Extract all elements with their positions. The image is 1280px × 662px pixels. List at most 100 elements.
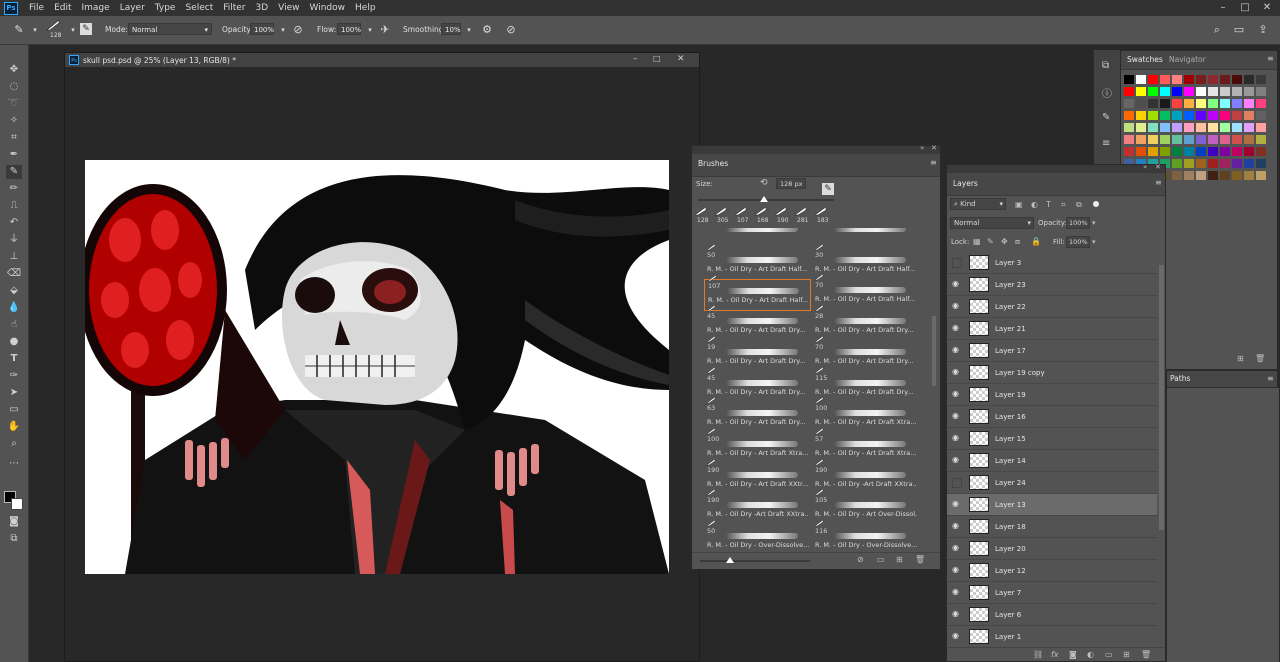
layer-thumbnail[interactable] — [969, 519, 989, 534]
color-swatch[interactable] — [1208, 159, 1218, 168]
brush-preset[interactable]: 105 R. M. - Oil Dry - Art Over-Dissol... — [812, 488, 917, 524]
chevron-down-icon[interactable]: ▾ — [1092, 219, 1096, 227]
color-swatch[interactable] — [1196, 159, 1206, 168]
airbrush-icon[interactable]: ✈ — [378, 23, 392, 37]
color-swatch[interactable] — [1232, 123, 1242, 132]
color-swatch[interactable] — [1184, 87, 1194, 96]
lock-icon[interactable]: 🔒 — [1031, 237, 1041, 246]
layer-name[interactable]: Layer 22 — [995, 303, 1026, 311]
pressure-opacity-icon[interactable]: ⊘ — [291, 23, 305, 37]
color-swatch[interactable] — [1184, 123, 1194, 132]
brush-preset[interactable]: 63 R. M. - Oil Dry - Art Draft Dry... — [704, 396, 809, 432]
type-tool-icon[interactable]: T — [6, 352, 22, 366]
menu-file[interactable]: File — [24, 0, 49, 16]
panel-menu-icon[interactable]: ≡ — [1267, 54, 1274, 63]
color-swatch[interactable] — [1136, 87, 1146, 96]
history-icon[interactable]: ⧉ — [1102, 60, 1109, 71]
eye-icon[interactable]: ◉ — [952, 434, 962, 442]
color-swatch[interactable] — [1136, 135, 1146, 144]
layer-style-icon[interactable]: fx — [1051, 650, 1059, 659]
color-swatch[interactable] — [1196, 123, 1206, 132]
chevron-down-icon[interactable]: ▾ — [462, 23, 476, 37]
menu-help[interactable]: Help — [350, 0, 381, 16]
color-swatch[interactable] — [1220, 123, 1230, 132]
color-swatch[interactable] — [1208, 135, 1218, 144]
layer-thumbnail[interactable] — [969, 277, 989, 292]
layer-row[interactable]: ◉ Layer 6 — [947, 604, 1157, 626]
color-swatch[interactable] — [1160, 87, 1170, 96]
lock-pixels-icon[interactable]: ✎ — [987, 237, 994, 246]
eye-icon[interactable]: ◉ — [952, 346, 962, 354]
menu-image[interactable]: Image — [77, 0, 115, 16]
color-swatch[interactable] — [1232, 75, 1242, 84]
menu-3d[interactable]: 3D — [251, 0, 274, 16]
brush-preset[interactable]: 45 R. M. - Oil Dry - Art Draft Dry... — [704, 304, 809, 340]
close-icon[interactable]: ✕ — [677, 54, 685, 64]
recent-brush[interactable]: 305 — [714, 206, 730, 226]
layer-name[interactable]: Layer 17 — [995, 347, 1026, 355]
workspace-icon[interactable]: ▭ — [1232, 23, 1246, 37]
color-swatch[interactable] — [1160, 111, 1170, 120]
filter-pixel-icon[interactable]: ▣ — [1015, 200, 1023, 209]
color-swatch[interactable] — [1244, 75, 1254, 84]
menu-filter[interactable]: Filter — [218, 0, 250, 16]
brush-settings-icon[interactable]: ✎ — [1102, 112, 1110, 123]
folder-icon[interactable]: ▭ — [877, 555, 885, 564]
color-swatch[interactable] — [1196, 99, 1206, 108]
brush-preset[interactable]: 107 R. M. - Oil Dry - Art Draft Half... — [704, 274, 811, 312]
color-swatch[interactable] — [1208, 147, 1218, 156]
layer-name[interactable]: Layer 3 — [995, 259, 1021, 267]
color-swatch[interactable] — [1220, 111, 1230, 120]
color-swatch[interactable] — [1172, 111, 1182, 120]
color-swatch[interactable] — [1148, 123, 1158, 132]
eye-icon[interactable]: ◉ — [952, 412, 962, 420]
clone-stamp-tool-icon[interactable]: ⎍ — [6, 199, 22, 213]
color-swatch[interactable] — [1160, 135, 1170, 144]
layer-thumbnail[interactable] — [969, 365, 989, 380]
color-swatch[interactable] — [1184, 171, 1194, 180]
color-swatch[interactable] — [1136, 111, 1146, 120]
layer-row[interactable]: ◉ Layer 22 — [947, 296, 1157, 318]
smudge-tool-icon[interactable]: ☝ — [6, 318, 22, 332]
pattern-stamp-icon[interactable]: ⊥ — [6, 250, 22, 264]
color-swatch[interactable] — [1244, 147, 1254, 156]
close-icon[interactable]: ✕ — [1155, 163, 1161, 171]
menu-layer[interactable]: Layer — [115, 0, 150, 16]
color-swatch[interactable] — [1148, 111, 1158, 120]
marquee-tool-icon[interactable]: ◌ — [6, 80, 22, 94]
layer-thumbnail[interactable] — [969, 629, 989, 644]
new-layer-icon[interactable]: ⊞ — [1123, 650, 1130, 659]
color-swatch[interactable] — [1256, 135, 1266, 144]
tab-brushes[interactable]: Brushes — [698, 159, 728, 168]
flow-input[interactable]: 100% — [337, 23, 361, 35]
eye-icon[interactable]: ◉ — [952, 610, 962, 618]
layer-list-scrollbar[interactable] — [1159, 265, 1164, 530]
fill-input[interactable]: 100% — [1066, 236, 1090, 248]
color-swatch[interactable] — [1232, 171, 1242, 180]
layer-row[interactable]: ◉ Layer 16 — [947, 406, 1157, 428]
color-swatch[interactable] — [1220, 159, 1230, 168]
layer-thumbnail[interactable] — [969, 497, 989, 512]
menu-window[interactable]: Window — [305, 0, 351, 16]
layer-row[interactable]: ◉ Layer 19 — [947, 384, 1157, 406]
lock-artboard-icon[interactable]: ⧈ — [1015, 237, 1020, 247]
history-brush-tool-icon[interactable]: ↶ — [6, 216, 22, 230]
color-swatch[interactable] — [1196, 87, 1206, 96]
brush-preset[interactable]: 57 R. M. - Oil Dry - Art Draft Xtra... — [812, 427, 917, 463]
recent-brush[interactable]: 107 — [734, 206, 750, 226]
panel-menu-icon[interactable]: ≡ — [1155, 178, 1162, 187]
eye-icon[interactable]: ◉ — [952, 522, 962, 530]
color-swatch[interactable] — [1256, 99, 1266, 108]
color-swatch[interactable] — [1148, 75, 1158, 84]
eye-hidden-icon[interactable] — [952, 258, 962, 268]
color-swatch[interactable] — [1244, 111, 1254, 120]
layer-name[interactable]: Layer 15 — [995, 435, 1026, 443]
tab-paths[interactable]: Paths — [1170, 374, 1190, 383]
screen-mode-icon[interactable]: ⧉ — [6, 532, 22, 546]
eye-hidden-icon[interactable] — [952, 478, 962, 488]
stamp-icon[interactable]: ⏚ — [6, 233, 22, 247]
size-slider-handle[interactable] — [760, 196, 768, 202]
preview-size-slider[interactable] — [700, 557, 810, 563]
lasso-tool-icon[interactable]: ➰ — [6, 97, 22, 111]
brush-options-icon[interactable]: ⊘ — [857, 555, 864, 564]
